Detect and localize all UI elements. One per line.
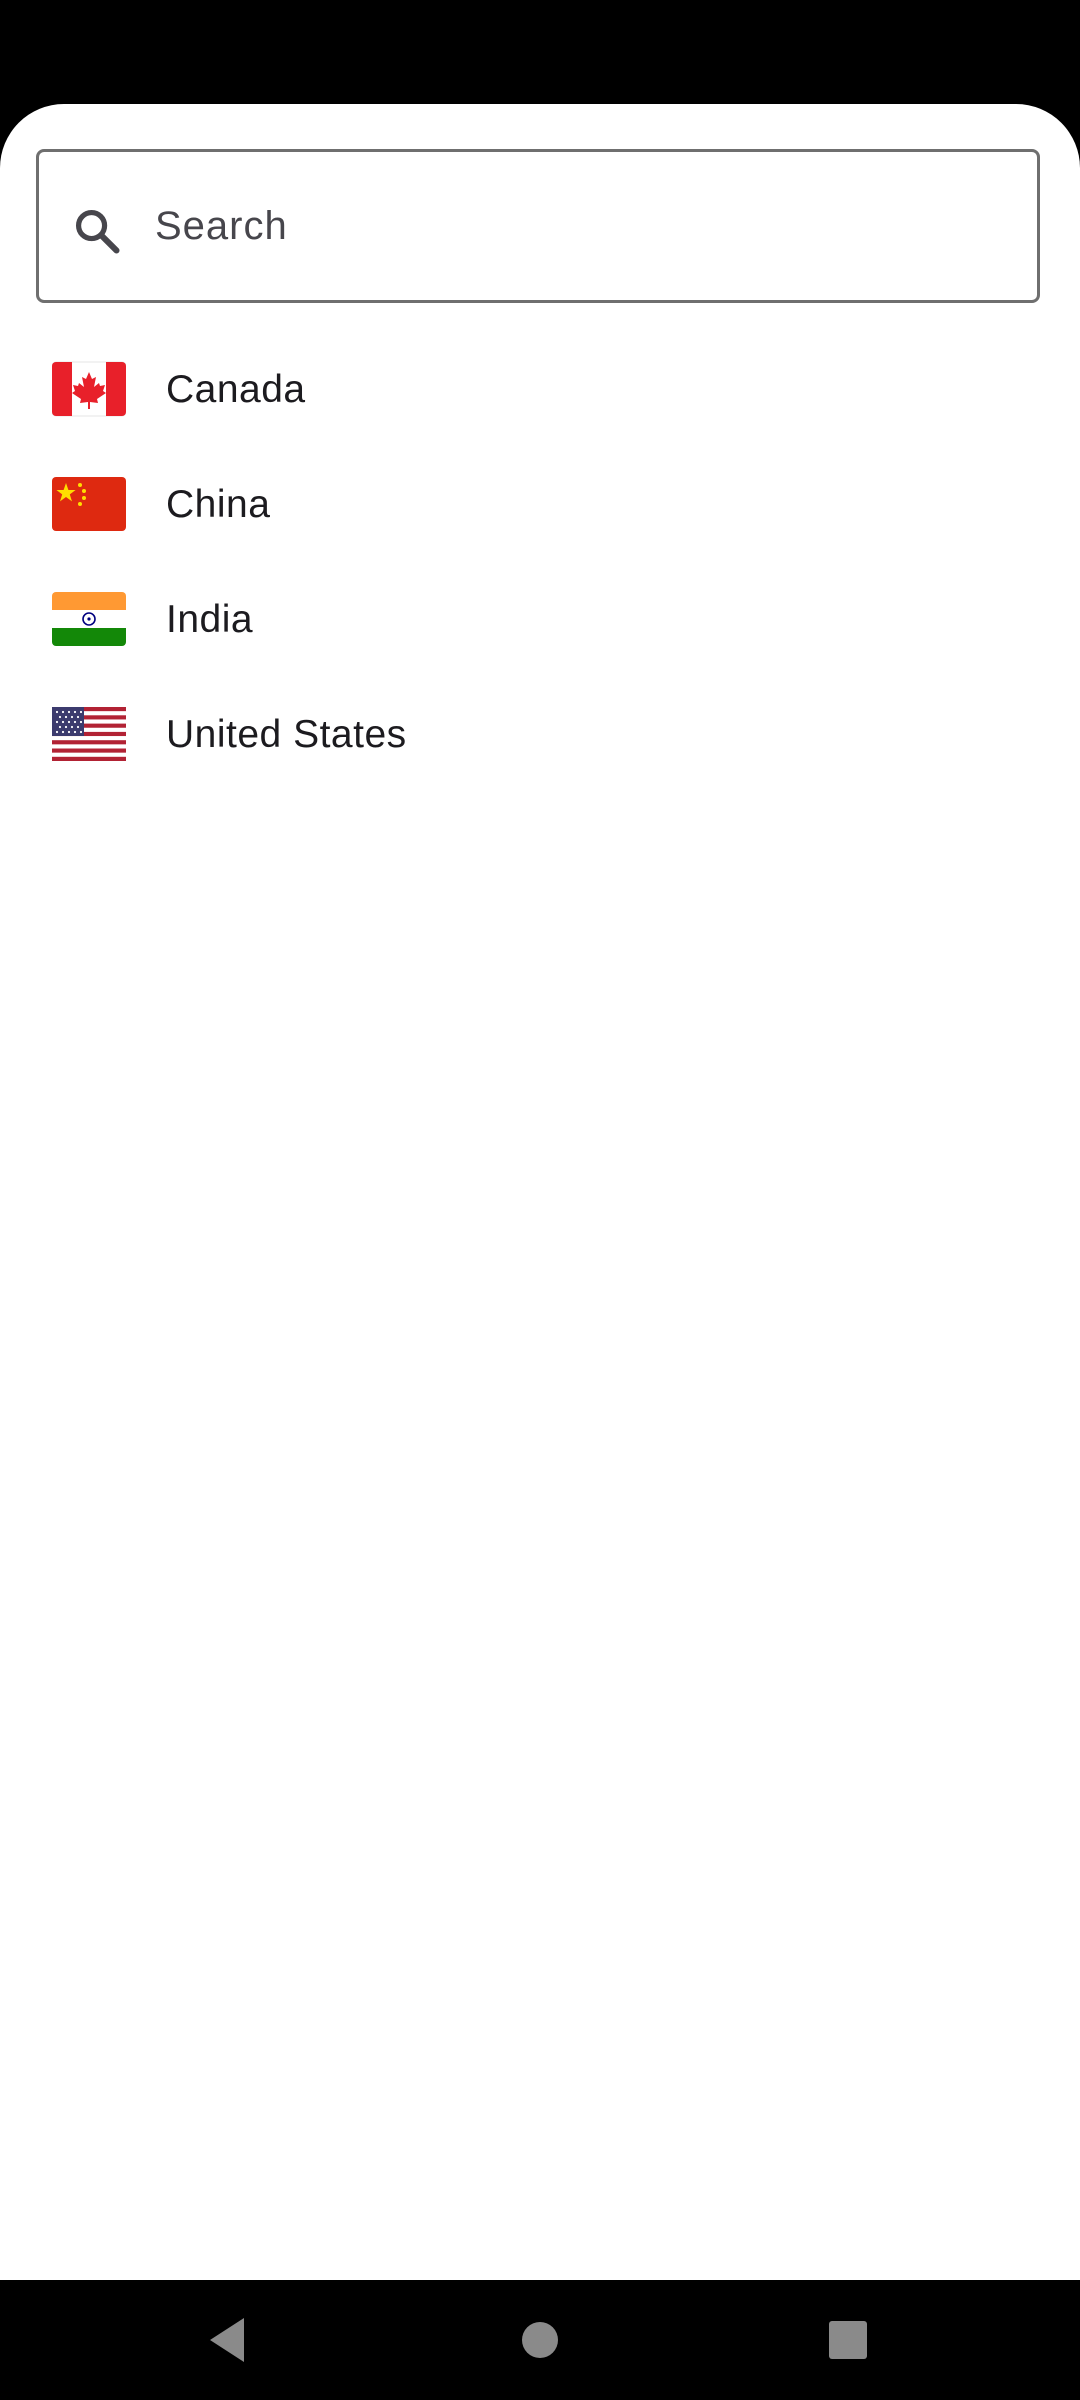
- flag-united-states-icon: [52, 707, 126, 761]
- country-item-india[interactable]: India: [0, 562, 1080, 677]
- country-name: India: [166, 598, 254, 641]
- flag-canada-icon: [52, 361, 126, 417]
- navigation-bar: [0, 2280, 1080, 2400]
- search-field[interactable]: [36, 149, 1040, 303]
- flag-china-icon: [52, 477, 126, 531]
- country-name: Canada: [166, 368, 306, 411]
- search-icon: [75, 209, 120, 254]
- country-item-united-states[interactable]: United States: [0, 677, 1080, 792]
- search-input[interactable]: [155, 186, 995, 266]
- country-item-canada[interactable]: Canada: [0, 332, 1080, 447]
- recents-icon[interactable]: [818, 2310, 878, 2370]
- country-item-china[interactable]: China: [0, 447, 1080, 562]
- country-list: Canada China India United States: [0, 332, 1080, 792]
- status-bar: [0, 0, 1080, 104]
- country-picker-sheet: Canada China India: [0, 104, 1080, 2280]
- flag-india-icon: [52, 592, 126, 646]
- country-name: China: [166, 483, 271, 526]
- back-icon[interactable]: [198, 2310, 258, 2370]
- home-icon[interactable]: [510, 2310, 570, 2370]
- country-name: United States: [166, 713, 407, 756]
